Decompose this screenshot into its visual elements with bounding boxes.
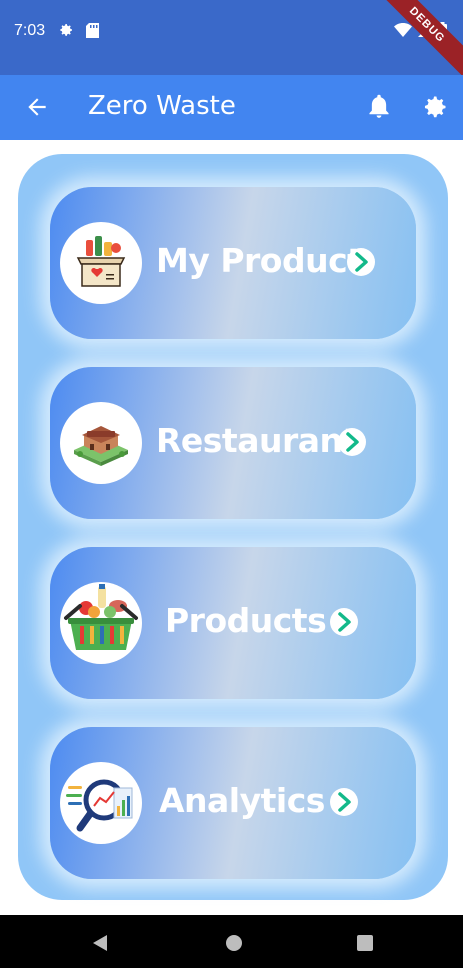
chevron-right-circle-icon bbox=[346, 247, 376, 277]
menu-card-my-product[interactable]: My Product bbox=[50, 187, 416, 339]
gear-icon bbox=[424, 96, 446, 118]
wifi-icon bbox=[394, 22, 412, 37]
nav-back-button[interactable] bbox=[91, 934, 109, 957]
nav-recents-button[interactable] bbox=[356, 934, 374, 957]
sd-card-icon bbox=[86, 23, 99, 43]
menu-panel: My Product Restaurant Products Analytics bbox=[18, 154, 448, 900]
bell-icon bbox=[369, 94, 389, 118]
chevron-right-circle-icon bbox=[329, 607, 359, 637]
status-gear-icon bbox=[58, 22, 74, 43]
debug-banner: DEBUG bbox=[369, 0, 463, 83]
notifications-button[interactable] bbox=[366, 93, 392, 126]
menu-card-label: Products bbox=[165, 601, 327, 640]
status-bar: 7:03 DEBUG bbox=[0, 0, 463, 83]
menu-card-label: Restaurant bbox=[156, 421, 358, 460]
chevron-right-circle-icon bbox=[337, 427, 367, 457]
menu-card-analytics[interactable]: Analytics bbox=[50, 727, 416, 879]
page-title: Zero Waste bbox=[88, 91, 236, 121]
arrow-back-icon bbox=[28, 98, 46, 116]
restaurant-icon bbox=[60, 402, 142, 484]
triangle-back-icon bbox=[93, 935, 107, 951]
circle-home-icon bbox=[226, 935, 242, 951]
back-button[interactable] bbox=[24, 94, 50, 120]
nav-home-button[interactable] bbox=[225, 934, 243, 957]
square-recents-icon bbox=[357, 935, 373, 951]
chevron-right-circle-icon bbox=[329, 787, 359, 817]
menu-card-label: My Product bbox=[156, 241, 363, 280]
menu-card-restaurant[interactable]: Restaurant bbox=[50, 367, 416, 519]
grocery-basket-icon bbox=[60, 582, 142, 664]
system-nav-bar bbox=[0, 915, 463, 968]
menu-card-label: Analytics bbox=[159, 781, 325, 820]
menu-card-products[interactable]: Products bbox=[50, 547, 416, 699]
gift-box-icon bbox=[60, 222, 142, 304]
analytics-icon bbox=[60, 762, 142, 844]
settings-button[interactable] bbox=[421, 93, 449, 126]
status-time: 7:03 bbox=[14, 22, 46, 39]
app-bar: Zero Waste bbox=[0, 75, 463, 140]
